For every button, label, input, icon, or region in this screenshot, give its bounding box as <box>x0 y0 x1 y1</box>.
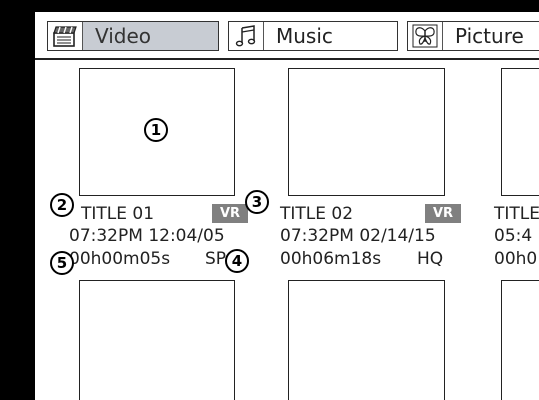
callout-3: 3 <box>245 190 269 214</box>
tab-picture-label: Picture <box>455 24 524 48</box>
video-grid: TITLE 01 VR 07:32PM 12:04/05 00h00m05s S… <box>35 60 539 400</box>
video-thumbnail[interactable] <box>288 68 445 196</box>
vr-badge: VR <box>212 204 248 223</box>
video-thumbnail[interactable] <box>501 280 539 400</box>
tab-music[interactable]: Music <box>228 21 398 51</box>
video-title: TITLE 01 <box>81 204 155 224</box>
video-datetime: 07:32PM 02/14/15 <box>280 226 436 246</box>
tab-video-label: Video <box>95 24 152 48</box>
tab-music-label: Music <box>276 24 333 48</box>
tab-picture[interactable]: Picture <box>407 21 539 51</box>
tab-video[interactable]: Video <box>47 21 219 51</box>
music-note-icon <box>229 22 264 50</box>
vr-badge: VR <box>425 204 461 223</box>
tab-bar: Video Music Picture <box>35 12 539 60</box>
callout-2: 2 <box>50 193 74 217</box>
video-quality: HQ <box>417 249 444 269</box>
video-thumbnail[interactable] <box>79 280 235 400</box>
video-datetime: 05:4 <box>494 226 533 246</box>
video-title: TITLE <box>494 204 539 224</box>
video-duration: 00h06m18s <box>280 249 382 269</box>
video-duration: 00h0 <box>494 249 538 269</box>
video-duration: 00h00m05s <box>69 249 171 269</box>
butterfly-icon <box>408 22 443 50</box>
callout-4: 4 <box>225 249 249 273</box>
video-title: TITLE 02 <box>280 204 354 224</box>
video-thumbnail[interactable] <box>501 68 539 196</box>
video-quality: SP <box>205 249 227 269</box>
callout-5: 5 <box>50 251 74 275</box>
screen: Video Music Picture TITLE 01 VR 07:32PM … <box>35 12 539 400</box>
clapperboard-icon <box>48 22 83 50</box>
callout-1: 1 <box>144 118 168 142</box>
video-datetime: 07:32PM 12:04/05 <box>69 226 225 246</box>
video-thumbnail[interactable] <box>288 280 445 400</box>
